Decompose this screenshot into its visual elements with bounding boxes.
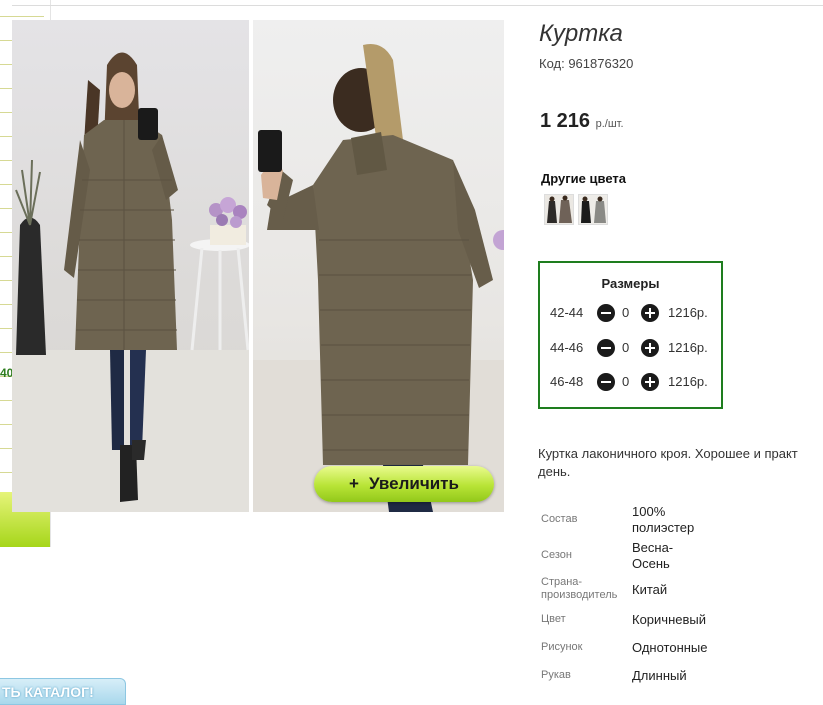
product-photo-front[interactable] [12,20,249,512]
spec-label-composition: Состав [541,513,578,525]
description-line-1: Куртка лаконичного кроя. Хорошее и практ [538,446,798,461]
spec-value-color: Коричневый [632,612,706,627]
minus-icon[interactable] [597,373,615,391]
size-row: 46-48 0 1216р. [540,372,721,392]
sizes-title: Размеры [601,276,660,291]
spec-label-pattern: Рисунок [541,641,583,653]
quantity-value: 0 [622,305,630,320]
size-row: 44-46 0 1216р. [540,338,721,358]
quantity-value: 0 [622,374,630,389]
size-label: 46-48 [550,374,584,389]
spec-value-sleeve: Длинный [632,668,687,683]
price-value: 1 216 [540,110,591,132]
size-price: 1216р. [668,340,708,355]
product-title: Куртка [539,20,623,47]
spec-value-line: Осень [632,556,670,571]
sizes-panel: Размеры 42-44 0 1216р. 44-46 0 1216р. 46… [538,261,723,409]
product-photo-back[interactable] [253,20,504,512]
spec-value-country: Китай [632,582,668,597]
catalog-button[interactable]: ТЬ КАТАЛОГ! [0,678,126,705]
spec-label-line: Страна- [541,576,583,588]
spec-value-line: 100% [632,504,666,519]
spec-value-season: Весна- Осень [632,540,673,572]
product-price: 1 216 р./шт. [540,110,624,133]
zoom-button-label: Увеличить [368,474,459,493]
spec-value-pattern: Однотонные [632,640,708,655]
color-variant-2-thumbnail[interactable] [578,194,608,225]
plus-icon: + [349,474,359,493]
spec-label-season: Сезон [541,549,572,561]
size-price: 1216р. [668,305,708,320]
spec-value-line: Весна- [632,540,674,555]
spec-value-composition: 100% полиэстер [632,504,694,536]
minus-icon[interactable] [597,339,615,357]
description-line-2: день. [538,464,571,479]
price-unit: р./шт. [595,118,624,130]
plus-icon[interactable] [641,373,659,391]
plus-icon[interactable] [641,304,659,322]
color-variant-1-thumbnail[interactable] [544,194,574,225]
spec-label-sleeve: Рукав [541,669,571,681]
top-divider [12,5,823,6]
spec-value-line: полиэстер [632,520,695,535]
plus-icon[interactable] [641,339,659,357]
spec-label-color: Цвет [541,613,566,625]
size-row: 42-44 0 1216р. [540,303,721,323]
product-code: Код: 961876320 [539,56,634,71]
sidebar-separator [0,16,44,17]
size-price: 1216р. [668,374,708,389]
size-label: 44-46 [550,340,584,355]
size-label: 42-44 [550,305,584,320]
other-colors-title: Другие цвета [541,171,626,186]
product-description: Куртка лаконичного кроя. Хорошее и практ… [538,445,823,481]
spec-label-country: Страна- производитель [541,576,617,602]
spec-label-line: производитель [541,589,618,601]
minus-icon[interactable] [597,304,615,322]
zoom-button[interactable]: + Увеличить [314,466,494,502]
quantity-value: 0 [622,340,630,355]
